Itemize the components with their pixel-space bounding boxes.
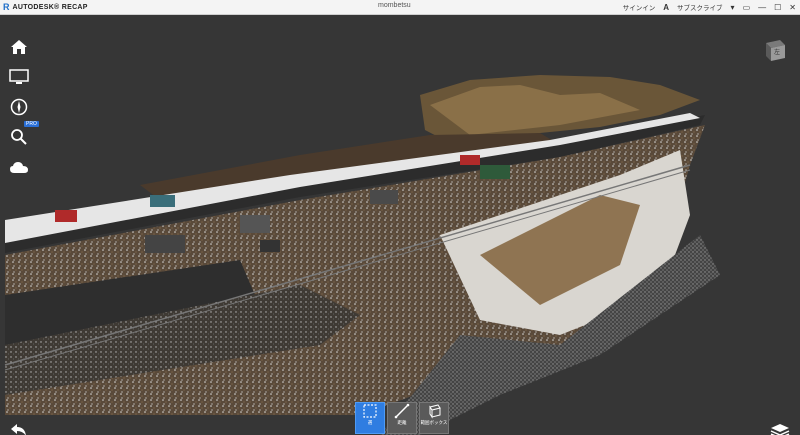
display-settings-button[interactable]	[6, 65, 32, 89]
selection-tool-label: 選	[367, 420, 373, 425]
selection-icon	[363, 404, 377, 418]
limit-box-tool-label: 範囲ボックス	[420, 420, 448, 425]
signin-link[interactable]: サインイン	[623, 2, 656, 12]
close-icon[interactable]: ✕	[789, 3, 796, 12]
app-brand: R AUTODESK® RECAP	[3, 2, 88, 12]
cloud-button[interactable]	[6, 155, 32, 179]
autodesk-a-icon: A	[663, 2, 670, 12]
compass-icon	[10, 98, 28, 116]
window-title: mombetsu	[378, 2, 411, 9]
home-icon	[11, 40, 27, 54]
view-cube-face: 左	[774, 50, 781, 56]
title-bar: R AUTODESK® RECAP mombetsu サインイン A サブスクラ…	[0, 0, 800, 15]
distance-tool-label: 距離	[397, 420, 407, 425]
app-brand-text: AUTODESK® RECAP	[12, 3, 88, 11]
minimize-icon[interactable]: —	[758, 3, 766, 12]
back-arrow-icon	[11, 424, 26, 435]
navigation-button[interactable]	[6, 95, 32, 119]
building-mark	[55, 210, 77, 222]
monitor-icon	[9, 69, 29, 84]
layers-button[interactable]	[770, 423, 790, 435]
building-mark	[240, 215, 270, 233]
building-mark	[150, 195, 175, 207]
limit-box-icon	[429, 404, 441, 419]
dropdown-arrow-icon[interactable]: ▾	[731, 3, 735, 12]
view-cube[interactable]: 左	[762, 37, 788, 63]
maximize-icon[interactable]: ☐	[774, 3, 781, 12]
3d-viewport[interactable]: PRO 左 選 距離 範囲ボックス	[0, 15, 800, 435]
distance-icon	[394, 403, 410, 419]
cloud-icon	[10, 162, 28, 173]
selection-tool-button[interactable]: 選	[355, 402, 385, 434]
search-button[interactable]: PRO	[6, 121, 39, 149]
recap-logo-icon: R	[3, 2, 10, 12]
bottom-toolbar: 選 距離 範囲ボックス	[355, 402, 449, 434]
distance-tool-button[interactable]: 距離	[387, 402, 417, 434]
search-icon	[11, 129, 27, 145]
limit-box-tool-button[interactable]: 範囲ボックス	[419, 402, 449, 434]
point-cloud-scene[interactable]	[0, 15, 800, 435]
building-mark	[260, 240, 280, 252]
subscribe-link[interactable]: サブスクライブ	[677, 2, 723, 12]
building-mark	[370, 190, 398, 204]
home-button[interactable]	[6, 35, 32, 59]
pro-badge: PRO	[24, 121, 39, 127]
building-mark	[460, 155, 480, 165]
back-button[interactable]	[10, 423, 28, 435]
messages-icon[interactable]: ▭	[743, 3, 751, 12]
layers-icon	[770, 424, 790, 435]
building-mark	[480, 165, 510, 179]
building-mark	[145, 235, 185, 253]
